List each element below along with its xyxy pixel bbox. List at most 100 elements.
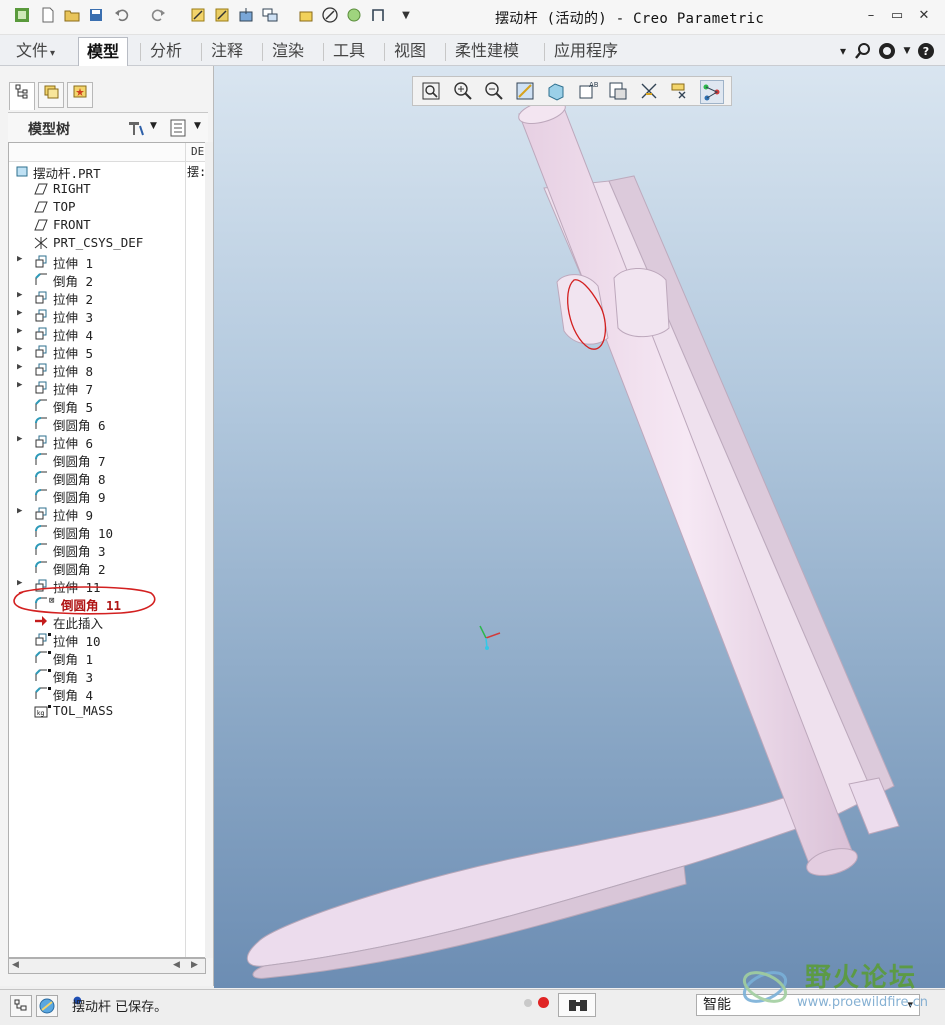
expand-arrow-icon[interactable]: ▶	[17, 506, 22, 516]
community-icon[interactable]	[878, 42, 896, 60]
tab-analysis[interactable]: 分析	[142, 39, 190, 63]
tree-row-column-value: 摆:	[187, 165, 206, 179]
help-icon[interactable]: ?	[917, 42, 935, 60]
tree-row[interactable]: 倒圆角 8	[9, 468, 205, 487]
tree-row[interactable]: 在此插入	[9, 612, 205, 631]
community-dropdown-icon[interactable]: ▼	[898, 42, 916, 60]
chevron-down-icon[interactable]: ▾	[834, 42, 852, 60]
tree-vertical-scrollbar[interactable]	[205, 142, 213, 958]
tree-row[interactable]: ▶ 拉伸 1	[9, 252, 205, 271]
expand-arrow-icon[interactable]: ▶	[17, 308, 22, 318]
tree-row[interactable]: TOP	[9, 198, 205, 216]
redo-icon[interactable]	[150, 7, 166, 23]
tree-settings-icon[interactable]	[126, 118, 146, 138]
refit-icon[interactable]	[420, 80, 442, 102]
repaint-icon[interactable]	[514, 80, 536, 102]
tab-flexible-modeling[interactable]: 柔性建模	[447, 39, 527, 63]
search-icon[interactable]	[854, 42, 872, 60]
tree-row[interactable]: ▶ 拉伸 7	[9, 378, 205, 397]
tree-row[interactable]: ▶ 拉伸 5	[9, 342, 205, 361]
expand-arrow-icon[interactable]: ▶	[17, 380, 22, 390]
open-project-icon[interactable]	[298, 7, 314, 23]
datum-display-icon[interactable]	[638, 80, 660, 102]
tree-row[interactable]: ▶ 拉伸 4	[9, 324, 205, 343]
tree-row[interactable]: ▶ 拉伸 9	[9, 504, 205, 523]
expand-arrow-icon[interactable]: ▶	[17, 326, 22, 336]
zoom-in-icon[interactable]	[452, 80, 474, 102]
scroll-left-arrow-icon[interactable]: ◀	[173, 960, 180, 970]
tree-row[interactable]: ▶ 拉伸 3	[9, 306, 205, 325]
scroll-right-arrow-icon[interactable]: ▶	[191, 960, 198, 970]
extrude-icon	[33, 343, 49, 359]
tab-applications[interactable]: 应用程序	[546, 39, 626, 63]
restore-button[interactable]: ▭	[889, 8, 905, 24]
tree-row[interactable]: ▶ 拉伸 8	[9, 360, 205, 379]
graphics-viewport[interactable]	[214, 66, 945, 988]
tree-row[interactable]: ⊠ 倒圆角 11	[9, 586, 205, 615]
tree-row[interactable]: 倒圆角 3	[9, 540, 205, 559]
datum-points-icon[interactable]	[700, 80, 724, 104]
tab-file[interactable]: 文件 ▾	[8, 39, 63, 63]
tree-row[interactable]: 倒圆角 2	[9, 558, 205, 577]
appearance-sphere-icon[interactable]	[346, 7, 362, 23]
save-icon[interactable]	[88, 7, 104, 23]
tab-view[interactable]: 视图	[386, 39, 434, 63]
toggle-browser-icon[interactable]	[36, 995, 58, 1017]
tree-row[interactable]: 倒圆角 6	[9, 414, 205, 433]
tree-horizontal-scrollbar[interactable]: ◀ ◀ ▶	[8, 958, 206, 974]
tree-row[interactable]: 倒角 3	[9, 666, 205, 685]
zoom-out-icon[interactable]	[483, 80, 505, 102]
annotation-display-icon[interactable]	[669, 80, 691, 102]
view-manager-icon[interactable]	[607, 80, 629, 102]
tree-display-dropdown-icon[interactable]: ▼	[194, 121, 201, 131]
undo-icon[interactable]	[114, 7, 130, 23]
tab-render[interactable]: 渲染	[264, 39, 312, 63]
tree-row[interactable]: 倒角 1	[9, 648, 205, 667]
new-file-icon[interactable]	[40, 7, 56, 23]
tree-row[interactable]: ▶ 拉伸 2	[9, 288, 205, 307]
tree-row[interactable]: 倒角 5	[9, 396, 205, 415]
tree-row[interactable]: kg TOL_MASS	[9, 702, 205, 720]
analysis-icon: kg	[33, 703, 49, 719]
tree-settings-dropdown-icon[interactable]: ▼	[150, 121, 157, 131]
tree-row[interactable]: 倒角 4	[9, 684, 205, 703]
display-style-icon[interactable]	[545, 80, 567, 102]
scroll-left-arrow-icon[interactable]: ◀	[12, 960, 19, 970]
tab-model[interactable]: 模型	[78, 37, 129, 66]
compass-icon[interactable]	[322, 7, 338, 23]
tab-tools[interactable]: 工具	[325, 39, 373, 63]
tab-annotate[interactable]: 注释	[203, 39, 251, 63]
tree-display-icon[interactable]	[168, 118, 188, 138]
tree-row[interactable]: 摆动杆.PRT 摆:	[9, 162, 206, 181]
tree-row[interactable]: 倒圆角 9	[9, 486, 205, 505]
tree-row[interactable]: 倒圆角 7	[9, 450, 205, 469]
windows-icon[interactable]	[262, 7, 278, 23]
toggle-navigator-icon[interactable]	[10, 995, 32, 1017]
tree-row[interactable]: PRT_CSYS_DEF	[9, 234, 205, 252]
mapkey-icon[interactable]	[238, 7, 254, 23]
saved-views-icon[interactable]: AB	[576, 80, 599, 102]
model-tree-tab-icon[interactable]	[9, 82, 35, 110]
minimize-button[interactable]: –	[863, 8, 879, 24]
tree-row[interactable]: RIGHT	[9, 180, 205, 198]
regenerate-icon[interactable]	[190, 7, 206, 23]
close-button[interactable]: ✕	[916, 8, 932, 24]
expand-arrow-icon[interactable]: ▶	[17, 362, 22, 372]
tree-row[interactable]: 倒角 2	[9, 270, 205, 289]
tree-row[interactable]: FRONT	[9, 216, 205, 234]
tree-row[interactable]: ▶ 拉伸 6	[9, 432, 205, 451]
tree-row[interactable]: 倒圆角 10	[9, 522, 205, 541]
tree-row[interactable]: 拉伸 10	[9, 630, 205, 649]
expand-arrow-icon[interactable]: ▶	[17, 290, 22, 300]
regenerate-manager-icon[interactable]	[214, 7, 230, 23]
expand-arrow-icon[interactable]: ▶	[17, 254, 22, 264]
favorites-tab-icon[interactable]	[67, 82, 93, 108]
open-folder-icon[interactable]	[64, 7, 80, 23]
tree-row-label: FRONT	[53, 217, 91, 232]
expand-arrow-icon[interactable]: ▶	[17, 344, 22, 354]
expand-arrow-icon[interactable]: ▶	[17, 434, 22, 444]
customize-toolbar-chevron-icon[interactable]: ▼	[398, 7, 414, 23]
folder-browser-tab-icon[interactable]	[38, 82, 64, 108]
measure-icon[interactable]	[370, 7, 386, 23]
find-icon[interactable]	[558, 993, 596, 1017]
